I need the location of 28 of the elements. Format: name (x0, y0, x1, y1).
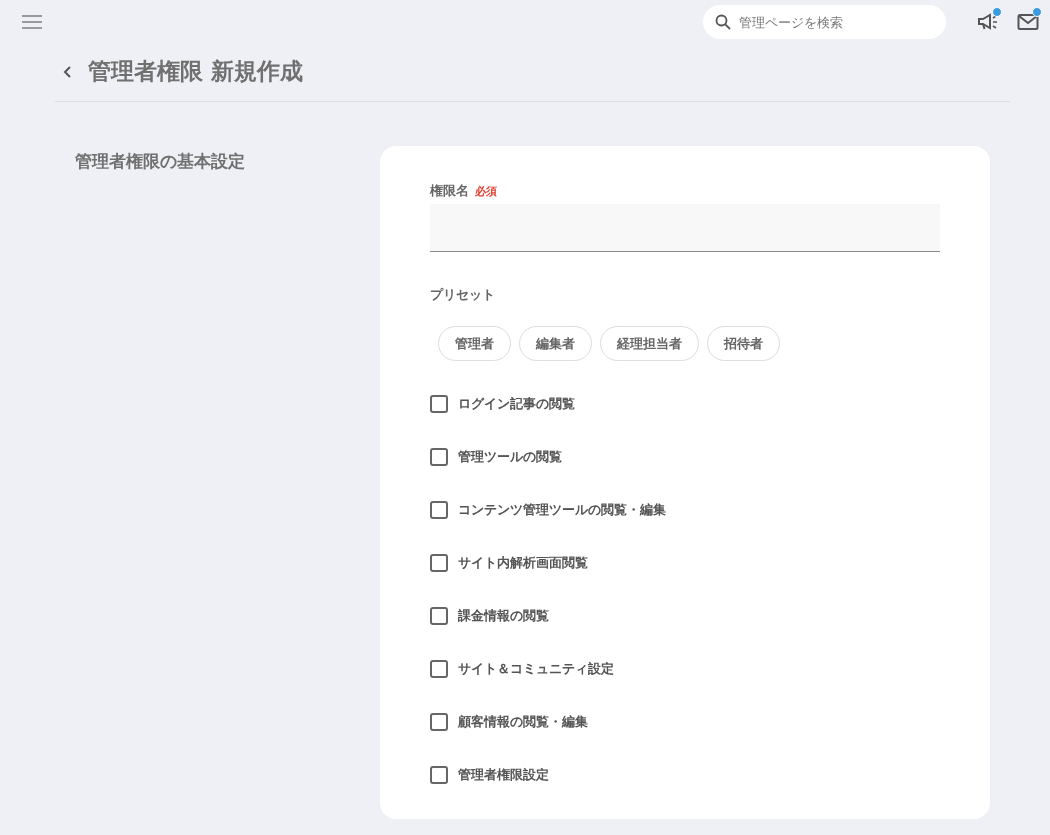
page-title: 管理者権限 新規作成 (88, 57, 303, 86)
name-input-field[interactable] (430, 204, 940, 252)
checkbox[interactable] (430, 395, 448, 413)
checkbox[interactable] (430, 607, 448, 625)
checkbox[interactable] (430, 660, 448, 678)
search-icon (715, 14, 731, 30)
checkbox[interactable] (430, 766, 448, 784)
preset-chip[interactable]: 編集者 (519, 326, 592, 361)
checkbox-label: サイト＆コミュニティ設定 (458, 660, 614, 678)
checkbox-label: 管理ツールの閲覧 (458, 448, 562, 466)
checkbox[interactable] (430, 501, 448, 519)
checkbox-label: 課金情報の閲覧 (458, 607, 549, 625)
preset-chip[interactable]: 招待者 (707, 326, 780, 361)
checkbox[interactable] (430, 448, 448, 466)
preset-chip[interactable]: 経理担当者 (600, 326, 699, 361)
search-field[interactable]: 管理ページを検索 (703, 5, 946, 39)
checkbox-label: サイト内解析画面閲覧 (458, 554, 588, 572)
checkbox-label: 顧客情報の閲覧・編集 (458, 713, 588, 731)
checkbox-label: ログイン記事の閲覧 (458, 395, 575, 413)
preset-label: プリセット (430, 286, 495, 304)
checkbox-label: コンテンツ管理ツールの閲覧・編集 (458, 501, 666, 519)
checkbox-label: 管理者権限設定 (458, 766, 549, 784)
checkbox[interactable] (430, 554, 448, 572)
field-label: 権限名 (430, 182, 469, 200)
checkbox[interactable] (430, 713, 448, 731)
section-title: 管理者権限の基本設定 (75, 150, 246, 173)
preset-chip[interactable]: 管理者 (438, 326, 511, 361)
required-label: 必須 (475, 183, 497, 199)
